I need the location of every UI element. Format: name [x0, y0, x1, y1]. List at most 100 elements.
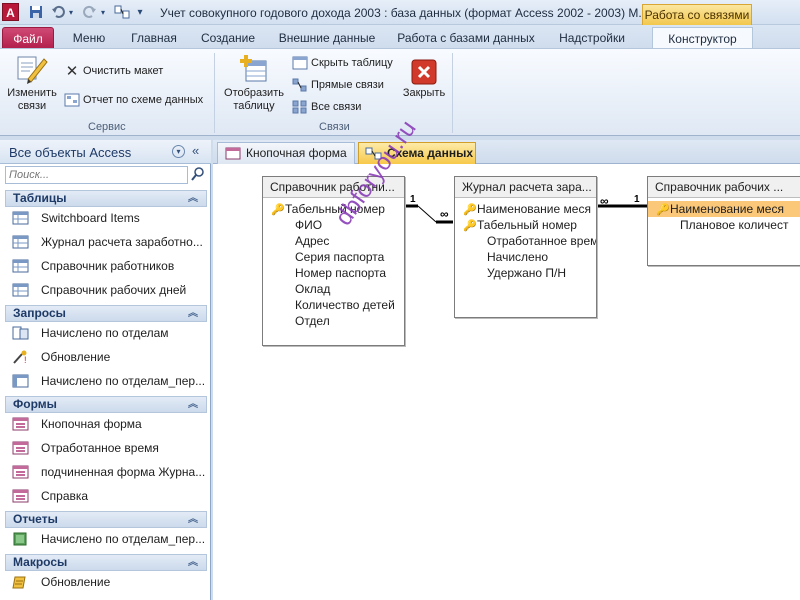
table-icon: [12, 235, 29, 249]
edit-relations-icon: [17, 56, 48, 84]
schema-field-label: Удержано П/Н: [487, 266, 566, 280]
nav-item[interactable]: Справочник рабочих дней: [12, 279, 207, 301]
nav-item[interactable]: Начислено по отделам_пер...: [12, 370, 207, 392]
doc-tab-label: Кнопочная форма: [246, 146, 347, 160]
schema-field-label: Адрес: [295, 234, 330, 248]
nav-category-macros[interactable]: Макросы ︽: [5, 554, 207, 571]
form-icon: [12, 465, 29, 479]
schema-field[interactable]: Оклад: [263, 281, 404, 297]
collapse-chevron-icon: ︽: [188, 308, 198, 319]
edit-relations-button[interactable]: Изменить связи: [4, 53, 60, 113]
relationships-canvas[interactable]: 1 ∞ ∞ 1 Справочник работни... 🔑 Табельный…: [213, 164, 800, 600]
schema-field[interactable]: Номер паспорта: [263, 265, 404, 281]
show-table-button[interactable]: Отобразить таблицу: [220, 53, 288, 113]
nav-category-queries[interactable]: Запросы ︽: [5, 305, 207, 322]
tab-addins[interactable]: Надстройки: [553, 27, 631, 49]
schema-field[interactable]: Количество детей: [263, 297, 404, 313]
nav-item[interactable]: Журнал расчета заработно...: [12, 231, 207, 253]
collapse-chevron-icon: ︽: [188, 193, 198, 204]
undo-dropdown-icon[interactable]: ▾: [66, 3, 76, 21]
nav-category-forms[interactable]: Формы ︽: [5, 396, 207, 413]
show-table-icon: [240, 55, 267, 82]
search-icon[interactable]: [191, 167, 205, 184]
customize-icon[interactable]: ▾: [135, 3, 145, 21]
collapse-chevron-icon: ︽: [188, 514, 198, 525]
schema-field-label: ФИО: [295, 218, 323, 232]
tab-database-tools[interactable]: Работа с базами данных: [396, 27, 536, 49]
nav-item[interactable]: Кнопочная форма: [12, 413, 207, 435]
ribbon-separator: [452, 53, 453, 133]
relations-report-button[interactable]: Отчет по схеме данных: [64, 91, 203, 108]
all-relations-button[interactable]: Все связи: [292, 98, 361, 115]
tab-external-data[interactable]: Внешние данные: [277, 27, 377, 49]
tab-file[interactable]: Файл: [2, 27, 54, 49]
schema-field[interactable]: 🔑 Наименование меся: [455, 201, 596, 217]
access-app-icon[interactable]: A: [2, 3, 19, 21]
close-icon: [411, 59, 437, 85]
save-icon[interactable]: [27, 3, 45, 21]
schema-field[interactable]: 🔑 Табельный номер: [455, 217, 596, 233]
nav-item[interactable]: Обновление: [12, 571, 207, 593]
redo-dropdown-icon[interactable]: ▾: [98, 3, 108, 21]
tab-home[interactable]: Главная: [124, 27, 184, 49]
tab-menu[interactable]: Меню: [70, 27, 108, 49]
redo-icon[interactable]: [81, 3, 99, 21]
nav-item[interactable]: Начислено по отделам: [12, 322, 207, 344]
nav-item[interactable]: Switchboard Items: [12, 207, 207, 229]
schema-table-workdays[interactable]: Справочник рабочих ... 🔑 Наименование мес…: [647, 176, 800, 266]
hide-table-button[interactable]: Скрыть таблицу: [292, 54, 393, 71]
nav-item[interactable]: Справочник работников: [12, 255, 207, 277]
collapse-chevron-icon: ︽: [188, 557, 198, 568]
schema-field[interactable]: Начислено: [455, 249, 596, 265]
schema-field-label: Оклад: [295, 282, 331, 296]
schema-field[interactable]: Серия паспорта: [263, 249, 404, 265]
nav-item[interactable]: ! Обновление: [12, 346, 207, 368]
schema-field[interactable]: 🔑 Наименование меся: [648, 201, 800, 217]
nav-item-label: Начислено по отделам_пер...: [41, 532, 206, 546]
schema-table-title[interactable]: Журнал расчета зара...: [455, 177, 596, 198]
nav-category-tables[interactable]: Таблицы ︽: [5, 190, 207, 207]
schema-field[interactable]: Плановое количест: [648, 217, 800, 233]
direct-relations-icon: [292, 78, 307, 91]
nav-item-label: Switchboard Items: [41, 211, 140, 225]
relationships-quick-icon[interactable]: [113, 3, 131, 21]
schema-field[interactable]: Адрес: [263, 233, 404, 249]
form-icon: [12, 417, 29, 431]
doc-tab-switchboard[interactable]: Кнопочная форма: [217, 142, 355, 164]
relation-many-label: ∞: [600, 194, 608, 208]
direct-relations-label: Прямые связи: [311, 78, 384, 91]
primary-key-icon: 🔑: [271, 204, 285, 216]
schema-field[interactable]: Отдел: [263, 313, 404, 329]
nav-item[interactable]: подчиненная форма Журна...: [12, 461, 207, 483]
nav-item[interactable]: Справка: [12, 485, 207, 507]
nav-title[interactable]: Все объекты Access: [9, 145, 131, 160]
primary-key-icon: 🔑: [656, 204, 670, 216]
nav-item-label: Справочник рабочих дней: [41, 283, 187, 297]
close-button[interactable]: Закрыть: [398, 59, 450, 100]
schema-field[interactable]: Удержано П/Н: [455, 265, 596, 281]
svg-text:!: !: [24, 355, 27, 364]
undo-icon[interactable]: [49, 3, 67, 21]
nav-menu-chevron-icon[interactable]: ▾: [172, 145, 185, 158]
tab-designer[interactable]: Конструктор: [652, 27, 753, 50]
schema-field-label: Отдел: [295, 314, 330, 328]
schema-table-payroll[interactable]: Журнал расчета зара... 🔑 Наименование мес…: [454, 176, 597, 318]
schema-table-title[interactable]: Справочник рабочих ...: [648, 177, 800, 198]
clear-layout-button[interactable]: ✕ Очистить макет: [64, 62, 164, 80]
nav-category-reports[interactable]: Отчеты ︽: [5, 511, 207, 528]
tab-create[interactable]: Создание: [199, 27, 257, 49]
nav-item[interactable]: Начислено по отделам_пер...: [12, 528, 207, 550]
ribbon-tab-row: Файл Меню Главная Создание Внешние данны…: [0, 25, 800, 50]
nav-item-label: Кнопочная форма: [41, 417, 142, 431]
schema-field[interactable]: Отработанное время: [455, 233, 596, 249]
nav-category-label: Отчеты: [13, 512, 58, 526]
collapse-chevron-icon: ︽: [188, 399, 198, 410]
shutter-bar-collapse-icon[interactable]: «: [192, 143, 199, 158]
schema-table-employees[interactable]: Справочник работни... 🔑 Табельный номер Ф…: [262, 176, 405, 346]
nav-search-input[interactable]: [5, 166, 188, 184]
nav-item-label: Обновление: [41, 350, 111, 364]
schema-field[interactable]: ФИО: [263, 217, 404, 233]
nav-item-label: Отработанное время: [41, 441, 159, 455]
direct-relations-button[interactable]: Прямые связи: [292, 76, 384, 93]
nav-item[interactable]: Отработанное время: [12, 437, 207, 459]
